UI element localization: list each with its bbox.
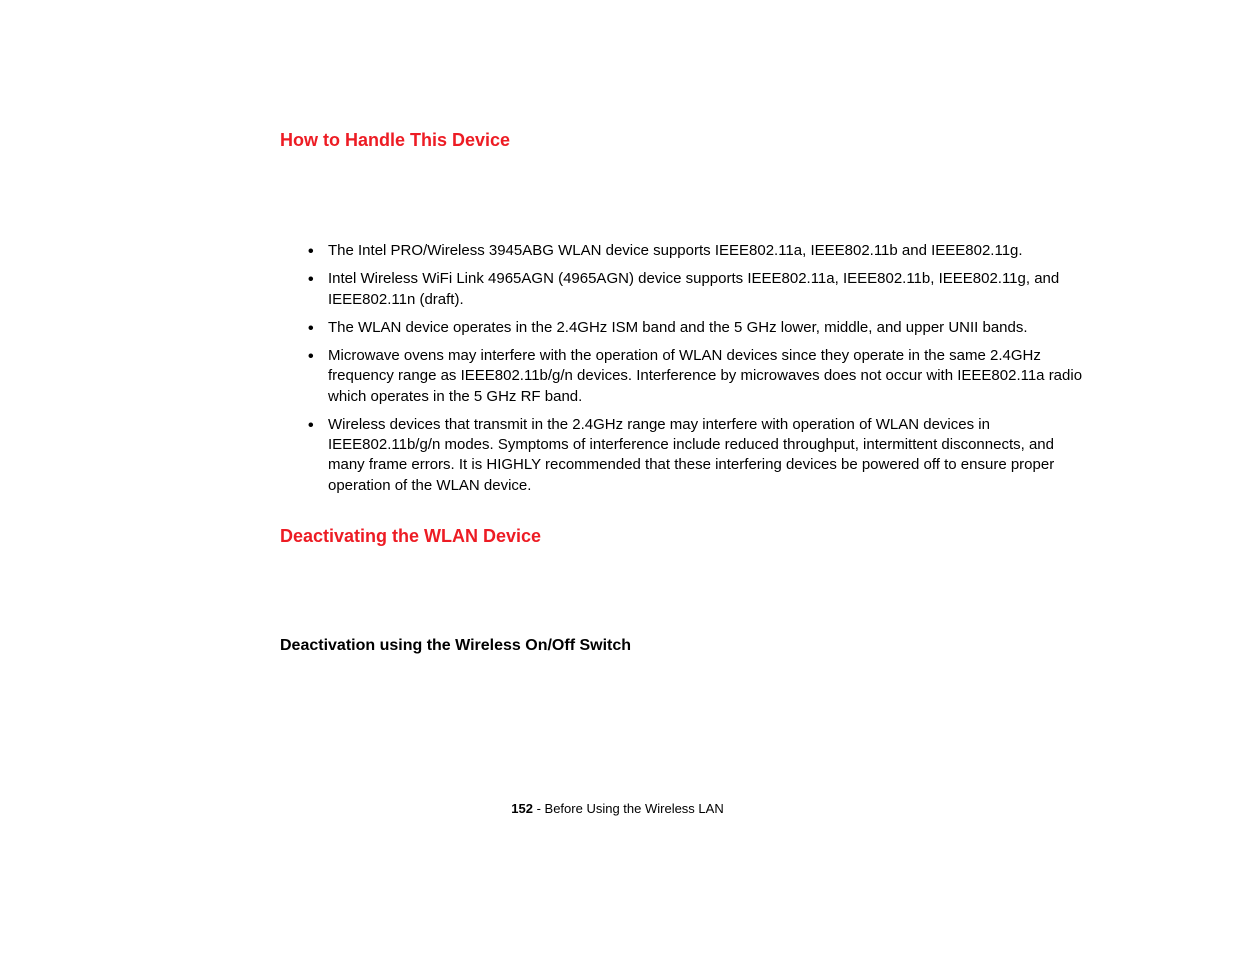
bullet-item: The Intel PRO/Wireless 3945ABG WLAN devi… [328, 241, 1090, 261]
section-heading-deactivating: Deactivating the WLAN Device [280, 526, 1090, 547]
bullet-item: Wireless devices that transmit in the 2.… [328, 415, 1090, 496]
bullet-list: The Intel PRO/Wireless 3945ABG WLAN devi… [280, 241, 1090, 496]
page-number: 152 [511, 801, 533, 816]
bullet-item: Microwave ovens may interfere with the o… [328, 346, 1090, 407]
footer-separator: - [533, 801, 545, 816]
footer-section-title: Before Using the Wireless LAN [545, 801, 724, 816]
section-heading-handle-device: How to Handle This Device [280, 130, 1090, 151]
bullet-item: Intel Wireless WiFi Link 4965AGN (4965AG… [328, 269, 1090, 310]
subsection-heading-deactivation-switch: Deactivation using the Wireless On/Off S… [280, 637, 1090, 655]
page-footer: 152 - Before Using the Wireless LAN [0, 801, 1235, 816]
bullet-item: The WLAN device operates in the 2.4GHz I… [328, 318, 1090, 338]
